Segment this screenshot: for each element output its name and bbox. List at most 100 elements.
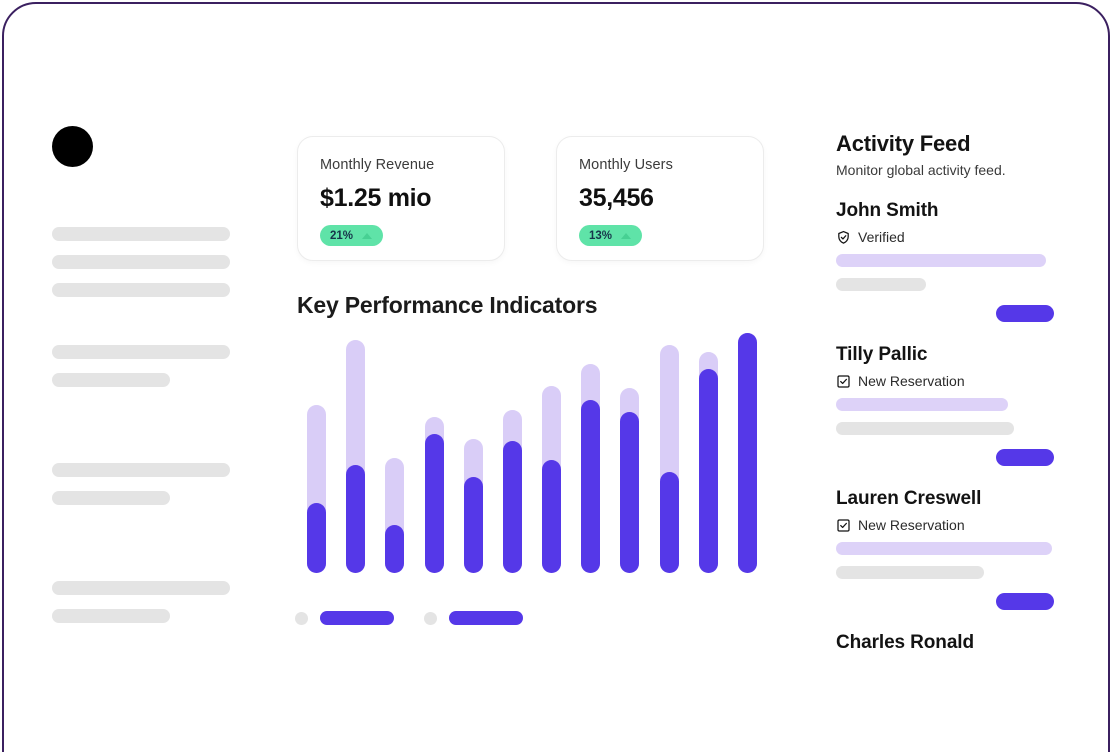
activity-item-name: Charles Ronald	[836, 632, 974, 653]
bar-group[interactable]	[415, 333, 454, 573]
activity-feed-list: John Smith Verified Tilly Pallic New Reserv…	[836, 200, 1054, 654]
bar-total-track	[737, 333, 757, 573]
sidebar-placeholder-bar[interactable]	[52, 283, 230, 297]
bar-group[interactable]	[689, 333, 728, 573]
bar-total-track	[307, 405, 327, 573]
sidebar-placeholder-bar[interactable]	[52, 227, 230, 241]
activity-item-name: John Smith	[836, 200, 939, 221]
bar-achieved-fill	[307, 503, 327, 573]
bar-achieved-fill	[346, 465, 366, 573]
activity-feed-title: Activity Feed	[836, 131, 971, 156]
bar-achieved-fill	[659, 472, 679, 573]
activity-feed-item[interactable]: John Smith Verified	[836, 200, 1054, 322]
activity-feed-subtitle: Monitor global activity feed.	[836, 162, 1006, 178]
sidebar-placeholder-bar[interactable]	[52, 463, 230, 477]
kpi-delta-value: 21%	[330, 229, 354, 242]
activity-item-placeholder-bar	[836, 422, 1014, 435]
shield-check-icon	[836, 230, 851, 245]
bar-total-track	[542, 385, 562, 573]
bar-total-track	[424, 417, 444, 573]
activity-item-status: New Reservation	[836, 517, 1054, 533]
arrow-up-icon	[362, 232, 373, 239]
activity-item-name: Tilly Pallic	[836, 344, 928, 365]
kpi-value: 35,456	[579, 184, 654, 212]
chart-title: Key Performance Indicators	[297, 292, 598, 318]
activity-item-name: Lauren Creswell	[836, 488, 982, 509]
checkbox-check-icon	[836, 518, 851, 533]
bar-total-track	[620, 388, 640, 573]
bar-achieved-fill	[581, 400, 601, 573]
kpi-delta-badge: 13%	[579, 225, 643, 246]
kpi-bar-chart	[297, 333, 767, 573]
kpi-delta-value: 13%	[589, 229, 613, 242]
legend-dot-icon	[424, 611, 437, 625]
sidebar-placeholder-bar[interactable]	[52, 609, 170, 623]
bar-group[interactable]	[532, 333, 571, 573]
activity-item-placeholder-bar	[836, 566, 984, 579]
bar-achieved-fill	[502, 441, 522, 573]
sidebar-placeholder-bar[interactable]	[52, 255, 230, 269]
bar-total-track	[698, 352, 718, 573]
bar-total-track	[463, 438, 483, 573]
activity-item-action-button[interactable]	[996, 305, 1054, 322]
app-logo-icon[interactable]	[52, 126, 93, 167]
dashboard-canvas: Monthly Revenue $1.25 mio 21% Monthly Us…	[0, 0, 1116, 752]
activity-item-status: Verified	[836, 229, 1054, 245]
kpi-value: $1.25 mio	[320, 184, 432, 212]
activity-feed-item[interactable]: Charles Ronald	[836, 632, 1054, 654]
activity-item-placeholder-bar	[836, 278, 926, 291]
sidebar-placeholder-bar[interactable]	[52, 491, 170, 505]
bar-group[interactable]	[297, 333, 336, 573]
bar-total-track	[581, 364, 601, 573]
activity-item-action-row	[836, 449, 1054, 466]
activity-item-action-button[interactable]	[996, 449, 1054, 466]
activity-feed-item[interactable]: Tilly Pallic New Reservation	[836, 344, 1054, 466]
legend-bar-placeholder	[449, 611, 523, 625]
bar-achieved-fill	[542, 460, 562, 573]
bar-group[interactable]	[571, 333, 610, 573]
legend-bar-placeholder	[320, 611, 394, 625]
bar-total-track	[346, 340, 366, 573]
bar-group[interactable]	[650, 333, 689, 573]
kpi-card-monthly-revenue[interactable]: Monthly Revenue $1.25 mio 21%	[297, 136, 505, 261]
kpi-label: Monthly Users	[579, 157, 673, 173]
activity-item-action-button[interactable]	[996, 593, 1054, 610]
arrow-up-icon	[621, 232, 632, 239]
activity-item-progress-bar	[836, 398, 1008, 411]
bar-group[interactable]	[336, 333, 375, 573]
bar-achieved-fill	[385, 525, 405, 573]
sidebar-placeholder-bar[interactable]	[52, 345, 230, 359]
bar-achieved-fill	[424, 433, 444, 573]
chart-legend-item[interactable]	[424, 611, 523, 625]
sidebar-placeholder-bar[interactable]	[52, 581, 230, 595]
activity-item-action-row	[836, 593, 1054, 610]
bar-group[interactable]	[375, 333, 414, 573]
bar-achieved-fill	[463, 477, 483, 573]
chart-legend-item[interactable]	[295, 611, 394, 625]
activity-feed-item[interactable]: Lauren Creswell New Reservation	[836, 488, 1054, 610]
activity-item-action-row	[836, 305, 1054, 322]
kpi-card-monthly-users[interactable]: Monthly Users 35,456 13%	[556, 136, 764, 261]
kpi-delta-badge: 21%	[320, 225, 384, 246]
bar-total-track	[385, 457, 405, 573]
bar-total-track	[659, 345, 679, 573]
sidebar-placeholder-bar[interactable]	[52, 373, 170, 387]
activity-feed-panel: Activity Feed Monitor global activity fe…	[836, 131, 1054, 654]
bar-group[interactable]	[610, 333, 649, 573]
bar-group[interactable]	[728, 333, 767, 573]
activity-item-status-label: New Reservation	[858, 373, 965, 389]
checkbox-check-icon	[836, 374, 851, 389]
dashboard-screen: Monthly Revenue $1.25 mio 21% Monthly Us…	[0, 0, 1116, 752]
activity-item-status-label: Verified	[858, 229, 905, 245]
chart-legend	[295, 611, 523, 625]
activity-item-status-label: New Reservation	[858, 517, 965, 533]
bar-achieved-fill	[698, 369, 718, 573]
kpi-label: Monthly Revenue	[320, 157, 435, 173]
sidebar	[52, 126, 232, 623]
bar-group[interactable]	[493, 333, 532, 573]
bar-group[interactable]	[454, 333, 493, 573]
bar-achieved-fill	[620, 412, 640, 573]
activity-item-progress-bar	[836, 254, 1046, 267]
legend-dot-icon	[295, 611, 308, 625]
activity-item-progress-bar	[836, 542, 1052, 555]
